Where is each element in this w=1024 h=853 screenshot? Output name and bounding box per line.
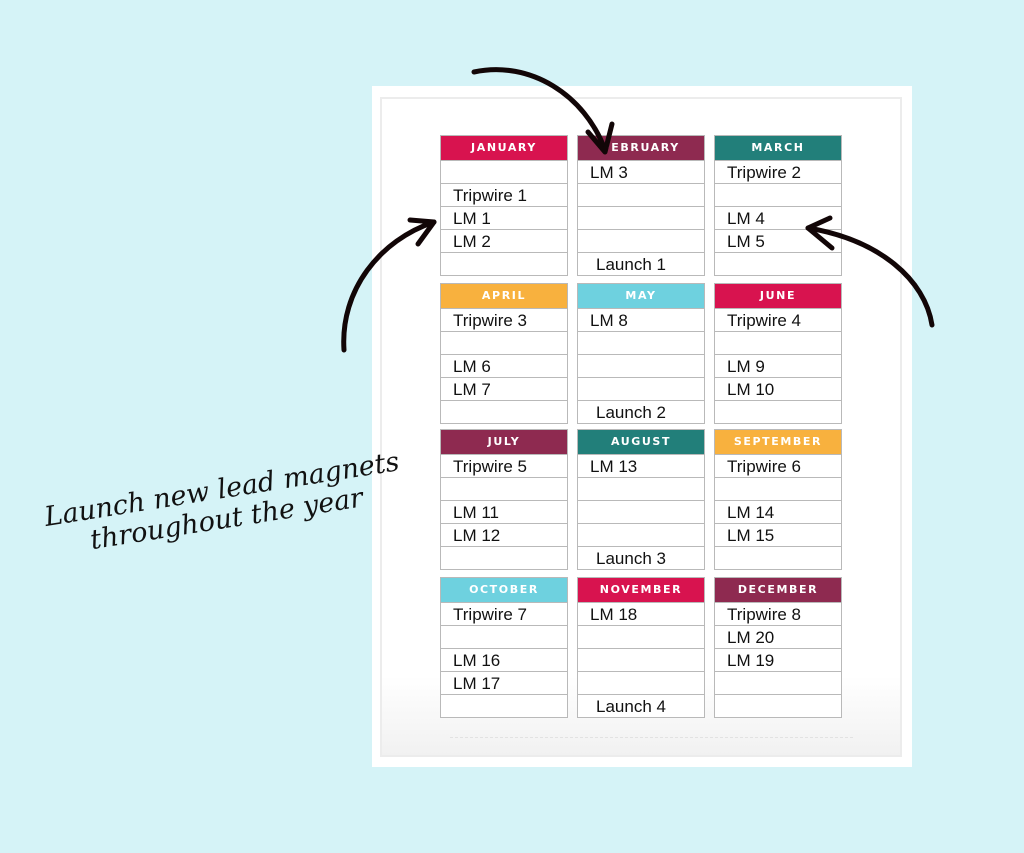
month-row bbox=[715, 694, 841, 718]
month-may: MAY LM 8 Launch 2 bbox=[577, 283, 705, 424]
month-march: MARCH Tripwire 2 LM 4 LM 5 bbox=[714, 135, 842, 276]
month-header: FEBRUARY bbox=[578, 136, 704, 160]
month-entry: LM 1 bbox=[453, 209, 491, 228]
month-entry: LM 4 bbox=[727, 209, 765, 228]
month-row bbox=[715, 671, 841, 695]
month-header: SEPTEMBER bbox=[715, 430, 841, 454]
month-september: SEPTEMBER Tripwire 6 LM 14 LM 15 bbox=[714, 429, 842, 570]
month-entry: Launch 4 bbox=[596, 697, 666, 716]
month-entry: LM 19 bbox=[727, 651, 775, 670]
month-row bbox=[441, 625, 567, 649]
month-header: MAY bbox=[578, 284, 704, 308]
month-entry: Launch 3 bbox=[596, 549, 666, 568]
month-entry: LM 3 bbox=[590, 163, 628, 182]
calendar-card: JANUARY Tripwire 1 LM 1 LM 2 FEBRUARY LM 3 Lau… bbox=[372, 86, 912, 767]
month-header: JULY bbox=[441, 430, 567, 454]
month-header: NOVEMBER bbox=[578, 578, 704, 602]
month-row bbox=[578, 500, 704, 524]
month-entry: Tripwire 4 bbox=[727, 311, 801, 330]
month-july: JULY Tripwire 5 LM 11 LM 12 bbox=[440, 429, 568, 570]
month-header: APRIL bbox=[441, 284, 567, 308]
month-entry: Tripwire 6 bbox=[727, 457, 801, 476]
month-row bbox=[715, 331, 841, 355]
month-header: MARCH bbox=[715, 136, 841, 160]
month-row bbox=[715, 183, 841, 207]
month-entry: LM 12 bbox=[453, 526, 501, 545]
month-row bbox=[715, 477, 841, 501]
month-row bbox=[578, 648, 704, 672]
month-row bbox=[441, 252, 567, 276]
month-row bbox=[578, 377, 704, 401]
month-row bbox=[441, 400, 567, 424]
month-entry: Tripwire 2 bbox=[727, 163, 801, 182]
calendar-page: JANUARY Tripwire 1 LM 1 LM 2 FEBRUARY LM 3 Lau… bbox=[380, 97, 902, 757]
month-row bbox=[715, 400, 841, 424]
month-row bbox=[441, 546, 567, 570]
month-august: AUGUST LM 13 Launch 3 bbox=[577, 429, 705, 570]
month-header: DECEMBER bbox=[715, 578, 841, 602]
month-row bbox=[578, 625, 704, 649]
month-entry: LM 11 bbox=[453, 503, 499, 522]
month-entry: LM 6 bbox=[453, 357, 491, 376]
month-entry: LM 7 bbox=[453, 380, 491, 399]
month-february: FEBRUARY LM 3 Launch 1 bbox=[577, 135, 705, 276]
month-january: JANUARY Tripwire 1 LM 1 LM 2 bbox=[440, 135, 568, 276]
month-entry: LM 18 bbox=[590, 605, 638, 624]
month-row bbox=[578, 477, 704, 501]
month-header: JANUARY bbox=[441, 136, 567, 160]
month-entry: Tripwire 1 bbox=[453, 186, 527, 205]
month-entry: LM 2 bbox=[453, 232, 491, 251]
month-entry: Tripwire 5 bbox=[453, 457, 527, 476]
month-row bbox=[441, 694, 567, 718]
month-row bbox=[715, 546, 841, 570]
month-entry: LM 20 bbox=[727, 628, 775, 647]
month-entry: Tripwire 3 bbox=[453, 311, 527, 330]
month-row bbox=[441, 160, 567, 184]
month-row bbox=[578, 331, 704, 355]
month-entry: Tripwire 7 bbox=[453, 605, 527, 624]
month-november: NOVEMBER LM 18 Launch 4 bbox=[577, 577, 705, 718]
month-entry: LM 9 bbox=[727, 357, 765, 376]
month-header: OCTOBER bbox=[441, 578, 567, 602]
month-entry: LM 13 bbox=[590, 457, 638, 476]
month-row bbox=[578, 671, 704, 695]
month-june: JUNE Tripwire 4 LM 9 LM 10 bbox=[714, 283, 842, 424]
month-entry: LM 14 bbox=[727, 503, 775, 522]
month-row bbox=[578, 206, 704, 230]
month-entry: Launch 1 bbox=[596, 255, 666, 274]
month-october: OCTOBER Tripwire 7 LM 16 LM 17 bbox=[440, 577, 568, 718]
month-entry: LM 16 bbox=[453, 651, 501, 670]
month-row bbox=[715, 252, 841, 276]
caption-text: Launch new lead magnets throughout the y… bbox=[32, 446, 417, 565]
month-header: JUNE bbox=[715, 284, 841, 308]
month-row bbox=[441, 477, 567, 501]
month-row bbox=[578, 523, 704, 547]
month-row bbox=[578, 354, 704, 378]
month-entry: LM 15 bbox=[727, 526, 775, 545]
month-row bbox=[441, 331, 567, 355]
month-april: APRIL Tripwire 3 LM 6 LM 7 bbox=[440, 283, 568, 424]
month-entry: Tripwire 8 bbox=[727, 605, 801, 624]
month-entry: Launch 2 bbox=[596, 403, 666, 422]
month-row bbox=[578, 183, 704, 207]
month-entry: LM 17 bbox=[453, 674, 501, 693]
bottom-divider bbox=[450, 737, 853, 738]
month-entry: LM 8 bbox=[590, 311, 628, 330]
month-header: AUGUST bbox=[578, 430, 704, 454]
month-entry: LM 10 bbox=[727, 380, 775, 399]
month-row bbox=[578, 229, 704, 253]
month-entry: LM 5 bbox=[727, 232, 765, 251]
month-december: DECEMBER Tripwire 8 LM 20 LM 19 bbox=[714, 577, 842, 718]
